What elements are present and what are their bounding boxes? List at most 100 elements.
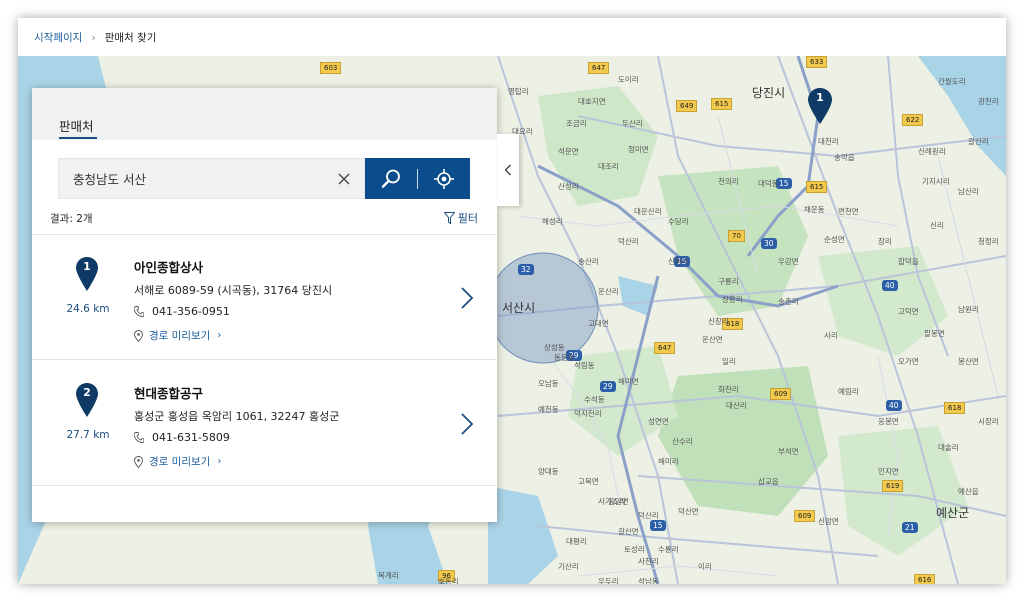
clear-icon[interactable] — [336, 171, 352, 187]
map-place-label: 면천면 — [838, 207, 859, 216]
map-place-label: 시장리 — [978, 417, 999, 426]
map-place-label: 수룡리 — [658, 545, 679, 554]
search-box — [58, 158, 365, 199]
map-place-label: 신창리 — [708, 317, 729, 326]
crosshair-icon — [434, 168, 454, 189]
map-place-label: 덕산리 — [618, 237, 639, 246]
chevron-right-icon[interactable] — [460, 287, 474, 309]
map-place-label: 석남동 — [638, 577, 659, 584]
result-item[interactable]: 2 27.7 km 현대종합공구 홍성군 홍성읍 옥암리 1061, 32247… — [32, 361, 497, 486]
search-button[interactable] — [365, 158, 417, 199]
map-place-label: 조금리 — [566, 119, 587, 128]
map-place-label: 해미리 — [658, 457, 679, 466]
map-highway-badge: 40 — [886, 400, 902, 411]
map-place-label: 신암면 — [818, 517, 839, 526]
map-place-label: 남산리 — [958, 187, 979, 196]
map-city-label: 예산군 — [936, 506, 970, 520]
map-road-badge: 603 — [320, 62, 342, 74]
map-place-label: 산수리 — [672, 437, 693, 446]
map-place-label: 대운산리 — [634, 207, 662, 216]
tab-stores[interactable]: 판매처 — [59, 116, 94, 135]
map-marker-number: 1 — [816, 91, 824, 104]
result-pin-number: 1 — [83, 260, 91, 273]
route-preview-link[interactable]: 경로 미리보기 › — [134, 328, 221, 343]
map-road-badge: 70 — [728, 230, 745, 242]
route-preview-label: 경로 미리보기 — [149, 456, 211, 468]
map-place-label: 수당리 — [668, 217, 689, 226]
route-preview-link[interactable]: 경로 미리보기 › — [134, 454, 221, 469]
map-place-label: 사리 — [824, 331, 838, 340]
map-place-label: 광천리 — [978, 97, 999, 106]
current-location-button[interactable] — [418, 158, 470, 199]
map-place-label: 대덕동 — [758, 179, 779, 188]
map-place-label: 정미면 — [628, 145, 649, 154]
map-place-label: 장리 — [878, 237, 892, 246]
map-highway-badge: 29 — [600, 381, 616, 392]
map-place-label: 신평리 — [668, 257, 689, 266]
search-input[interactable] — [73, 171, 333, 186]
map-place-label: 덕산면 — [678, 507, 699, 516]
map-place-label: 수석동 — [584, 395, 605, 404]
breadcrumb-home-link[interactable]: 시작페이지 — [34, 30, 82, 45]
map-place-label: 동문동 — [554, 353, 575, 362]
map-place-label: 석림동 — [574, 361, 595, 370]
results-count: 결과: 2개 — [50, 212, 93, 225]
map-place-label: 토성리 — [624, 545, 645, 554]
map-place-label: 대술리 — [938, 443, 959, 452]
result-name: 아인종합상사 — [134, 260, 204, 275]
result-pin-number: 2 — [83, 386, 91, 399]
map-place-label: 신리 — [930, 221, 944, 230]
map-place-label: 성연면 — [648, 417, 669, 426]
map-road-badge: 615 — [806, 181, 828, 193]
chevron-right-icon[interactable] — [460, 413, 474, 435]
map-place-label: 합덕읍 — [898, 257, 919, 266]
map-city-label: 당진시 — [752, 86, 786, 100]
route-preview-label: 경로 미리보기 — [149, 330, 211, 342]
panel-collapse-button[interactable] — [497, 134, 519, 206]
result-address: 홍성군 홍성읍 옥암리 1061, 32247 홍성군 — [134, 410, 340, 423]
map-place-label: 덕지천리 — [574, 409, 602, 418]
map-place-label: 남원리 — [958, 305, 979, 314]
breadcrumb-separator: › — [91, 30, 96, 44]
result-distance: 27.7 km — [66, 429, 110, 441]
map-place-label: 대산리 — [726, 401, 747, 410]
map-road-badge: 615 — [711, 98, 733, 110]
breadcrumb: 시작페이지 › 판매처 찾기 — [18, 18, 1006, 56]
result-phone[interactable]: 041-356-0951 — [152, 305, 230, 318]
map-place-label: 대조리 — [598, 162, 619, 171]
filter-icon — [443, 212, 455, 224]
result-item[interactable]: 1 24.6 km 아인종합상사 서해로 6089-59 (시곡동), 3176… — [32, 235, 497, 360]
map-place-label: 해성리 — [542, 217, 563, 226]
map-place-label: 대천리 — [818, 137, 839, 146]
map-road-badge: 622 — [902, 114, 924, 126]
map-place-label: 신례원리 — [918, 147, 946, 156]
map-place-label: 채운동 — [804, 205, 825, 214]
map-highway-badge: 21 — [902, 522, 918, 533]
map-city-label: 서산시 — [502, 301, 536, 315]
map-place-label: 산성리 — [558, 182, 579, 191]
map-place-label: 이리 — [698, 562, 712, 571]
filter-button[interactable]: 필터 — [443, 210, 478, 226]
map-place-label: 상흥리 — [722, 295, 743, 304]
map-place-label: 고덕면 — [898, 307, 919, 316]
map-place-label: 인지면 — [878, 467, 899, 476]
map-place-label: 송촌리 — [778, 297, 799, 306]
map-place-label: 고대면 — [588, 319, 609, 328]
map-road-badge: 647 — [588, 62, 610, 74]
map-place-label: 사천리 — [638, 557, 659, 566]
map-place-label: 천의리 — [718, 177, 739, 186]
map-place-label: 순성면 — [824, 235, 845, 244]
map-place-label: 우두리 — [598, 577, 619, 584]
map-place-label: 오남동 — [538, 379, 559, 388]
map-place-label: 예림리 — [838, 387, 859, 396]
map-road-badge: 633 — [806, 56, 828, 68]
filter-label: 필터 — [457, 212, 478, 225]
map-place-label: 응봉면 — [878, 417, 899, 426]
result-name: 현대종합공구 — [134, 386, 204, 401]
map-place-label: 영탑리 — [508, 87, 529, 96]
map-place-label: 대평리 — [566, 537, 587, 546]
map-place-label: 화천리 — [718, 385, 739, 394]
map-place-label: 사기소리 — [598, 497, 626, 506]
result-phone[interactable]: 041-631-5809 — [152, 431, 230, 444]
map-highway-badge: 40 — [882, 280, 898, 291]
